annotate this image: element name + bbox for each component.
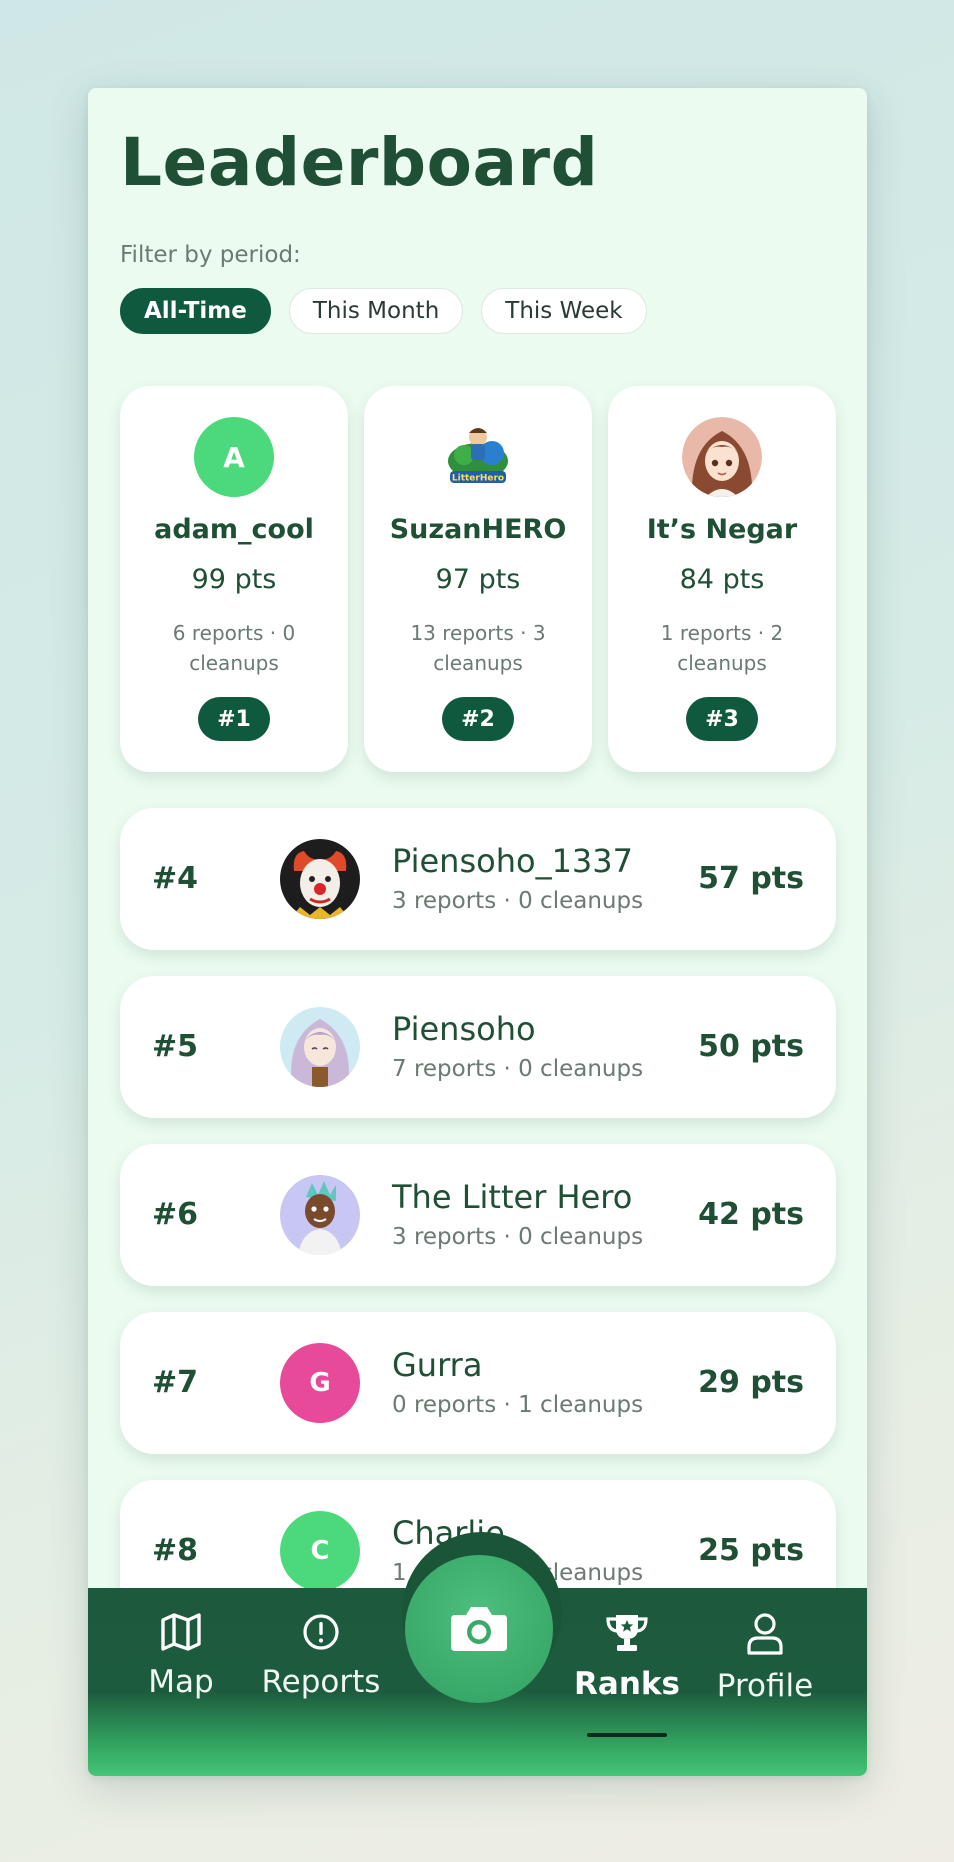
user-name: Piensoho_1337 [392, 842, 633, 880]
user-name: Gurra [392, 1346, 483, 1384]
user-points: 97 pts [435, 564, 521, 595]
nav-map-label: Map [148, 1664, 214, 1700]
rank-number: #4 [152, 861, 199, 896]
nav-ranks[interactable]: Ranks [562, 1612, 692, 1702]
podium-card-1[interactable]: A adam_cool 99 pts 6 reports · 0 cleanup… [120, 386, 348, 772]
rank-number: #5 [152, 1029, 199, 1064]
avatar: C [280, 1511, 360, 1591]
user-points: 42 pts [698, 1197, 804, 1232]
active-tab-indicator [587, 1733, 667, 1737]
leaderboard-row[interactable]: #5 Piensoho 7 reports · 0 cleanups 50 pt… [120, 976, 836, 1118]
user-icon [747, 1613, 783, 1655]
filter-this-month[interactable]: This Month [288, 288, 464, 334]
user-name: Piensoho [392, 1010, 536, 1048]
camera-button[interactable] [405, 1555, 553, 1703]
cartoon-avatar [280, 1175, 360, 1255]
leaderboard-row[interactable]: #4 Piensoho_1337 3 reports · 0 cleanups … [120, 808, 836, 950]
podium: A adam_cool 99 pts 6 reports · 0 cleanup… [120, 386, 836, 772]
leaderboard-row[interactable]: #6 The Litter Hero 3 reports · 0 cleanup… [120, 1144, 836, 1286]
rank-badge: #1 [198, 697, 270, 741]
podium-card-2[interactable]: LitterHero SuzanHERO 97 pts 13 reports ·… [364, 386, 592, 772]
filter-all-time[interactable]: All-Time [120, 288, 271, 334]
page-title: Leaderboard [120, 124, 599, 201]
rank-badge: #3 [686, 697, 758, 741]
user-stats: 6 reports · 0 cleanups [172, 621, 296, 675]
user-points: 99 pts [191, 564, 277, 595]
nav-reports-label: Reports [261, 1664, 381, 1700]
svg-text:LitterHero: LitterHero [452, 474, 504, 484]
filter-this-week[interactable]: This Week [481, 288, 647, 334]
user-points: 50 pts [698, 1029, 804, 1064]
period-filter: All-Time This Month This Week [120, 288, 647, 334]
nav-profile-label: Profile [716, 1668, 814, 1704]
user-name: SuzanHERO [389, 514, 567, 545]
alert-circle-icon [303, 1614, 339, 1650]
podium-card-3[interactable]: It’s Negar 84 pts 1 reports · 2 cleanups… [608, 386, 836, 772]
user-stats: 3 reports · 0 cleanups [392, 888, 644, 914]
clown-photo [280, 839, 360, 919]
anime-girl-portrait [682, 417, 762, 497]
avatar [280, 1007, 360, 1087]
camera-icon [451, 1607, 507, 1651]
user-stats: 3 reports · 0 cleanups [392, 1224, 644, 1250]
avatar: A [194, 417, 274, 497]
trophy-icon [606, 1615, 648, 1651]
rank-number: #7 [152, 1365, 199, 1400]
user-points: 57 pts [698, 861, 804, 896]
user-points: 84 pts [679, 564, 765, 595]
filter-label: Filter by period: [120, 242, 301, 268]
leaderboard-row[interactable]: #7 G Gurra 0 reports · 1 cleanups 29 pts [120, 1312, 836, 1454]
user-name: The Litter Hero [392, 1178, 633, 1216]
avatar [280, 839, 360, 919]
app-screen: Leaderboard Filter by period: All-Time T… [88, 88, 867, 1776]
user-stats: 0 reports · 1 cleanups [392, 1392, 644, 1418]
map-icon [161, 1613, 201, 1651]
avatar: G [280, 1343, 360, 1423]
nav-map[interactable]: Map [116, 1612, 246, 1700]
litter-hero-logo: LitterHero [448, 428, 508, 484]
rank-badge: #2 [442, 697, 514, 741]
avatar [682, 417, 762, 497]
rank-number: #6 [152, 1197, 199, 1232]
avatar: LitterHero [438, 417, 518, 497]
nav-ranks-label: Ranks [574, 1666, 680, 1702]
anime-character-photo [280, 1007, 360, 1087]
user-stats: 13 reports · 3 cleanups [410, 621, 546, 675]
user-points: 29 pts [698, 1365, 804, 1400]
user-name: It’s Negar [646, 514, 798, 545]
nav-reports[interactable]: Reports [256, 1612, 386, 1700]
user-stats: 1 reports · 2 cleanups [660, 621, 784, 675]
user-stats: 7 reports · 0 cleanups [392, 1056, 644, 1082]
user-name: adam_cool [154, 514, 314, 545]
nav-profile[interactable]: Profile [700, 1612, 830, 1704]
avatar [280, 1175, 360, 1255]
